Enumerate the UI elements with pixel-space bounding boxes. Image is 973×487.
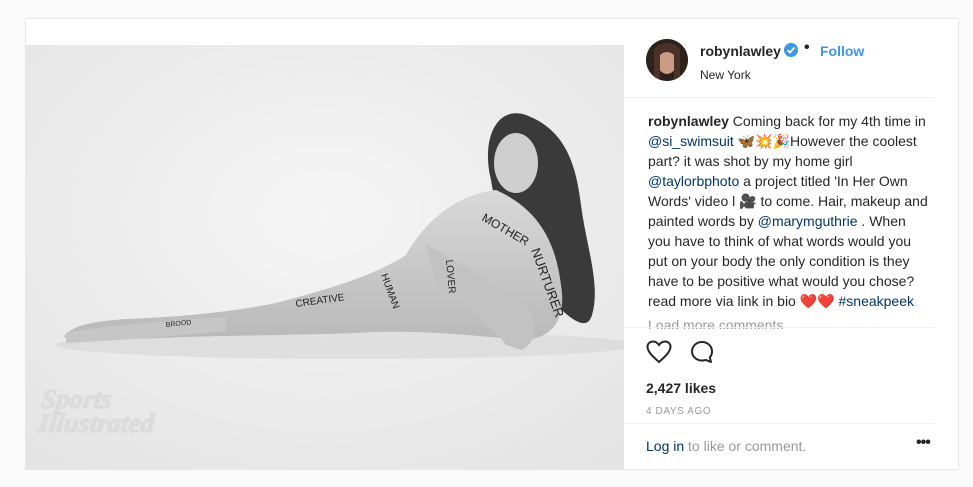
login-text: Log in to like or comment. bbox=[646, 438, 806, 454]
caption-text-1: Coming back for my 4th time in bbox=[728, 113, 926, 129]
avatar-image bbox=[646, 39, 688, 81]
post-sidebar: robynlawley • Follow New York robynlawle… bbox=[624, 19, 958, 469]
comment-icon[interactable] bbox=[690, 340, 714, 364]
post-card: MOTHER NURTURER HUMAN CREATIVE LOVER BRO… bbox=[25, 18, 959, 470]
heart-icon[interactable] bbox=[646, 340, 672, 364]
post-timestamp[interactable]: 4 DAYS AGO bbox=[646, 406, 711, 417]
mention-marymguthrie[interactable]: @marymguthrie bbox=[758, 213, 858, 229]
sports-illustrated-watermark: Sports Illustrated bbox=[37, 384, 158, 438]
avatar[interactable] bbox=[646, 39, 688, 81]
like-count[interactable]: 2,427 likes bbox=[646, 380, 716, 396]
post-actions: 2,427 likes 4 DAYS AGO bbox=[624, 327, 934, 417]
post-header: robynlawley • Follow New York bbox=[624, 19, 934, 98]
more-icon[interactable]: ••• bbox=[916, 434, 931, 452]
mention-taylorbphoto[interactable]: @taylorbphoto bbox=[648, 173, 739, 189]
image-top-strip bbox=[26, 19, 624, 46]
hashtag-sneakpeek[interactable]: #sneakpeek bbox=[839, 293, 915, 309]
watermark-line2: Illustrated bbox=[37, 408, 156, 438]
separator-dot: • bbox=[804, 39, 810, 56]
login-suffix: to like or comment. bbox=[684, 438, 807, 454]
caption-author[interactable]: robynlawley bbox=[648, 113, 729, 129]
follow-button[interactable]: Follow bbox=[820, 43, 864, 59]
verified-badge-icon bbox=[784, 43, 798, 57]
location-link[interactable]: New York bbox=[700, 68, 751, 82]
caption-emojis: 🦋💥🎉 bbox=[733, 133, 790, 149]
login-prompt: Log in to like or comment. ••• bbox=[624, 423, 934, 470]
mention-si-swimsuit[interactable]: @si_swimsuit bbox=[648, 133, 734, 149]
login-link[interactable]: Log in bbox=[646, 438, 684, 454]
caption: robynlawley Coming back for my 4th time … bbox=[648, 111, 930, 329]
post-image[interactable]: MOTHER NURTURER HUMAN CREATIVE LOVER BRO… bbox=[26, 19, 624, 469]
username[interactable]: robynlawley bbox=[700, 43, 781, 59]
